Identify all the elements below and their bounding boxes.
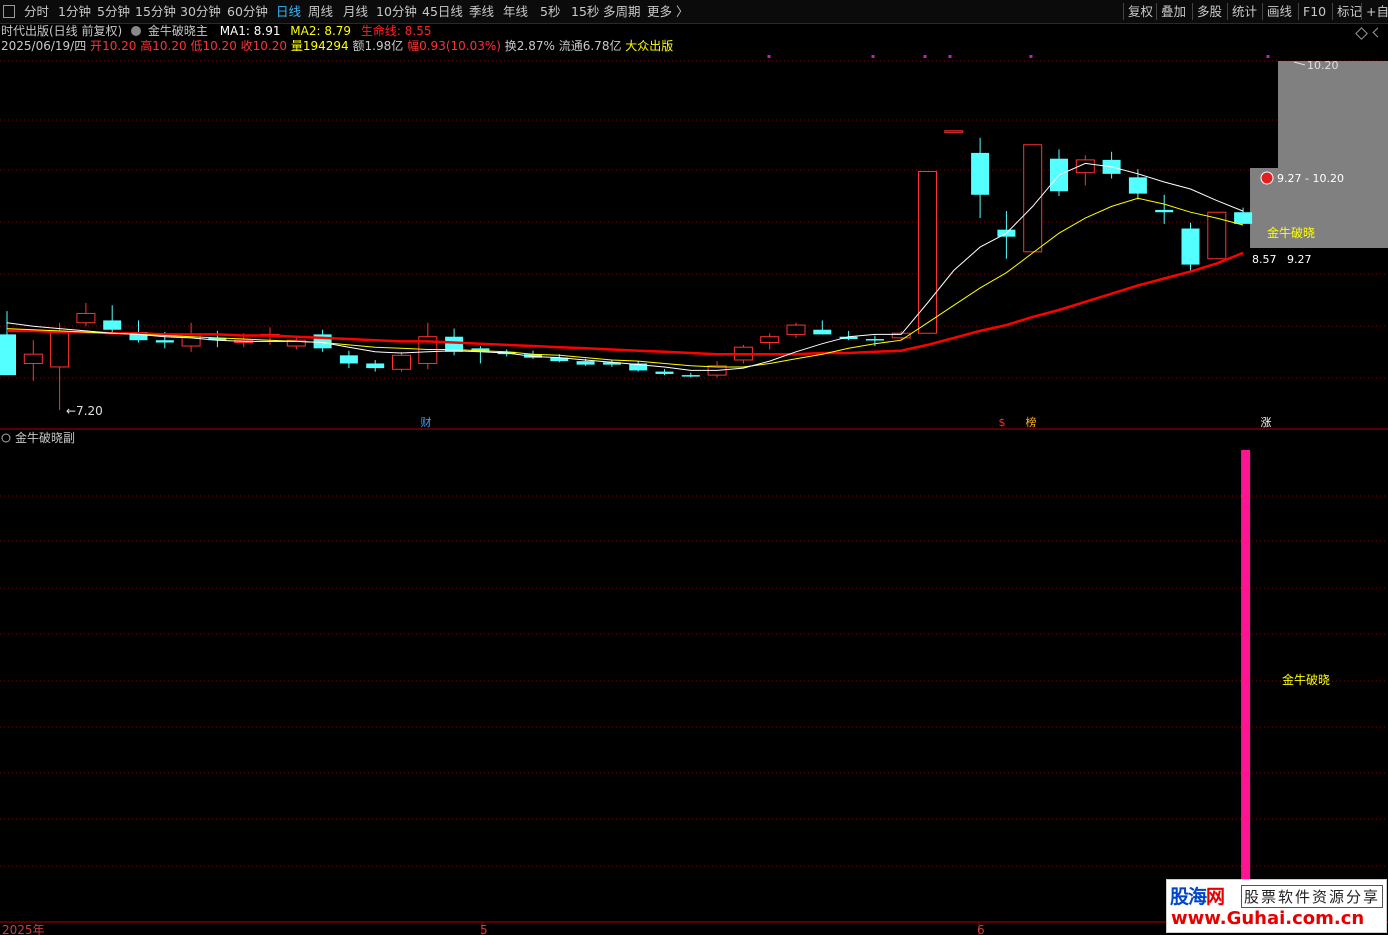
high-price-label: 10.20 [1307, 59, 1339, 72]
time-axis-label: 2025年 [2, 923, 45, 935]
candle-body-up[interactable] [918, 171, 937, 334]
candle-body-up[interactable] [760, 336, 780, 344]
event-mark[interactable]: $ [999, 416, 1006, 429]
candle-body-down[interactable] [576, 361, 595, 365]
sub-signal-label: 金牛破晓 [1282, 672, 1330, 687]
sub-chart-title: 金牛破晓副 [15, 430, 75, 445]
event-dot [1029, 55, 1033, 58]
event-mark[interactable]: 榜 [1026, 415, 1037, 429]
watermark-url: www.Guhai.com.cn [1171, 908, 1365, 929]
event-dot [948, 55, 952, 58]
candle-body-down[interactable] [1234, 212, 1253, 224]
range-label: 9.27 - 10.20 [1277, 172, 1344, 185]
watermark-logo: 股海网 股票软件资源分享 www.Guhai.com.cn [1166, 879, 1387, 933]
candle-body-down[interactable] [681, 375, 700, 377]
alert-icon[interactable] [1260, 171, 1274, 185]
candle-body-down[interactable] [813, 329, 832, 335]
watermark-brand: 股海网 [1170, 886, 1225, 908]
candle-body-down[interactable] [366, 363, 385, 369]
time-axis-label: 6 [977, 923, 985, 935]
event-mark[interactable]: 涨 [1261, 416, 1272, 429]
price-tag-left: 8.57 [1252, 253, 1277, 266]
watermark-tagline: 股票软件资源分享 [1241, 885, 1384, 908]
candle-body-up[interactable] [1207, 211, 1227, 260]
event-dot [1266, 55, 1270, 58]
time-axis-label: 5 [480, 923, 488, 935]
price-tag-right: 9.27 [1287, 253, 1312, 266]
low-price-label: ←7.20 [66, 404, 103, 418]
kline-chart[interactable]: 10.20←7.209.27 - 10.20金牛破晓8.57 9.27财 $ 榜涨金牛… [0, 0, 1388, 935]
candle-body-down[interactable] [0, 334, 16, 376]
signal-bar [1241, 450, 1251, 922]
candle-body-down[interactable] [1128, 177, 1147, 194]
candle-body-down[interactable] [1181, 228, 1200, 265]
candle-body-up[interactable] [50, 331, 70, 368]
candle-body-up[interactable] [786, 324, 806, 335]
event-dot [767, 55, 771, 58]
event-dot [871, 55, 875, 58]
candle-body-down[interactable] [103, 320, 122, 330]
candle-body-up[interactable] [392, 354, 411, 370]
candle-body-down[interactable] [155, 340, 174, 343]
candle-body-down[interactable] [865, 339, 884, 341]
signal-label: 金牛破晓 [1267, 225, 1315, 240]
candle-body-down[interactable] [971, 152, 990, 195]
candle-body-up[interactable] [944, 130, 964, 133]
collapse-icon[interactable] [1, 433, 11, 443]
candle-body-down[interactable] [1155, 209, 1174, 213]
event-mark[interactable]: 财 [421, 415, 432, 429]
candle-body-up[interactable] [23, 353, 43, 364]
candle-body-up[interactable] [76, 312, 96, 324]
candle-body-down[interactable] [339, 355, 358, 364]
candle-body-down[interactable] [655, 371, 674, 374]
event-dot [923, 55, 927, 58]
range-panel-top [1278, 61, 1388, 168]
